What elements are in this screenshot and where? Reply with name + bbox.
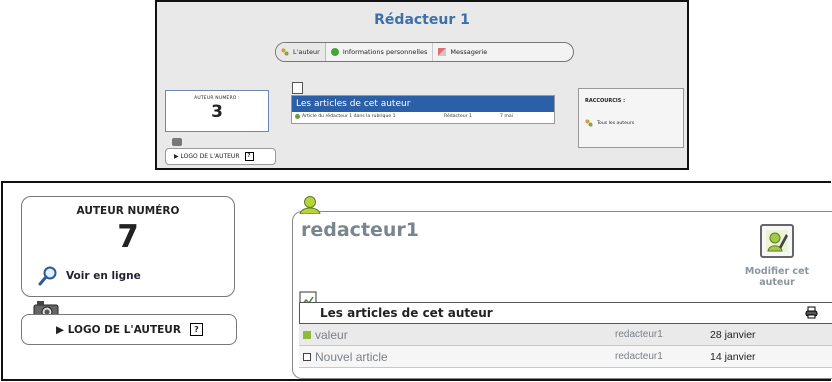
preview-page-title: Rédacteur 1 [374,12,470,28]
article-title-link[interactable]: valeur [315,328,615,342]
help-icon[interactable]: ? [244,152,254,161]
preview-tab-label: Informations personnelles [342,48,428,56]
status-dot-icon [295,114,300,119]
articles-header: Les articles de cet auteur [299,302,832,324]
preview-logo-label: LOGO DE L'AUTEUR [180,153,240,160]
author-logo-label: LOGO DE L'AUTEUR [67,323,181,336]
article-author: redacteur1 [615,351,663,362]
preview-author-label: AUTEUR NUMÉRO : [194,96,240,101]
preview-shortcuts-box: RACCOURCIS : Tous les auteurs [578,88,684,148]
author-username: redacteur1 [301,219,420,241]
edit-author-icon-graphic [766,230,788,252]
preview-articles-title: Les articles de cet auteur [292,96,554,112]
modify-author-button[interactable]: Modifier cet auteur [729,224,825,288]
article-row[interactable]: Nouvel article redacteur1 14 janvier [299,346,832,368]
author-logo-toggle[interactable]: ▶ LOGO DE L'AUTEUR ? [21,314,237,345]
modify-author-label: Modifier cet auteur [744,266,810,288]
article-date: 14 janvier [710,350,756,363]
article-row[interactable]: valeur redacteur1 28 janvier [299,324,832,346]
edit-author-icon[interactable] [760,224,794,258]
article-title-link[interactable]: Nouvel article [315,350,615,364]
author-detail-panel: AUTEUR NUMÉRO 7 Voir en ligne ▶ LOGO DE … [1,181,832,381]
authors-icon [281,48,289,56]
preview-articles-panel: Les articles de cet auteur Article du ré… [291,95,555,124]
view-online-label: Voir en ligne [66,270,141,282]
author-number: 7 [117,219,139,255]
view-online-link[interactable]: Voir en ligne [38,266,141,286]
preview-shortcut-label: Tous les auteurs [597,120,635,126]
camera-icon [172,138,182,146]
preview-logo-toggle[interactable]: ▶ LOGO DE L'AUTEUR ? [165,148,276,165]
mail-icon [438,48,447,56]
user-icon [299,196,321,214]
preview-article-row[interactable]: Article du rédacteur 1 dans la rubrique … [292,112,554,121]
preview-author-number: 3 [211,102,223,122]
preview-author-box: AUTEUR NUMÉRO : 3 [165,90,269,132]
preview-tab-author[interactable]: L'auteur [276,43,326,61]
preview-tab-info[interactable]: Informations personnelles [326,43,434,61]
authors-icon [585,119,593,127]
info-icon [330,48,339,56]
preview-tab-label: L'auteur [293,48,320,56]
magnifier-icon [38,266,57,286]
article-date: 28 janvier [710,328,756,341]
preview-tab-mail[interactable]: Messagerie [433,43,492,61]
status-published-icon [303,330,311,339]
articles-panel: Les articles de cet auteur valeur redact… [299,302,832,368]
preview-shortcut-all-authors[interactable]: Tous les auteurs [585,119,683,127]
author-number-box: AUTEUR NUMÉRO 7 Voir en ligne [21,196,235,297]
author-number-label: AUTEUR NUMÉRO [76,205,180,217]
preview-tab-bar: L'auteur Informations personnelles Messa… [275,42,574,62]
preview-article-date: 7 mai [500,114,513,119]
triangle-right-icon: ▶ [56,323,68,336]
preview-article-title[interactable]: Article du rédacteur 1 dans la rubrique … [302,114,444,119]
preview-shortcuts-label: RACCOURCIS : [585,98,626,104]
status-draft-icon [303,352,311,361]
preview-screenshot: Rédacteur 1 L'auteur Informations person… [155,0,689,170]
article-icon [292,82,303,94]
print-icon[interactable] [805,306,818,319]
preview-article-author: Rédacteur 1 [444,114,472,119]
article-author: redacteur1 [615,329,663,340]
help-icon[interactable]: ? [189,323,203,336]
articles-title: Les articles de cet auteur [320,306,493,320]
preview-tab-label: Messagerie [450,48,488,56]
